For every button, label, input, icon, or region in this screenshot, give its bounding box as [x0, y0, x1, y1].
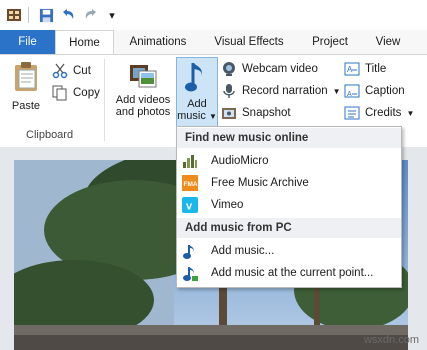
undo-icon[interactable] — [58, 5, 78, 25]
webcam-icon — [221, 61, 237, 77]
cut-label: Cut — [73, 65, 91, 77]
chevron-down-icon: ▼ — [406, 108, 415, 118]
music-note-icon — [182, 243, 198, 259]
add-videos-label-1: Add videos — [115, 94, 171, 106]
watermark-text: wsxdn.com — [363, 334, 419, 346]
add-music-dropdown-menu: Find new music online AudioMicro FMA Fre… — [176, 126, 402, 288]
add-music-button[interactable]: Add music ▼ — [176, 57, 218, 129]
caption-icon: A — [344, 83, 360, 99]
audiomicro-label: AudioMicro — [211, 155, 269, 167]
scissors-icon — [52, 63, 68, 79]
menu-header-pc: Add music from PC — [177, 218, 401, 238]
chevron-down-icon: ▼ — [332, 86, 341, 96]
music-note-plus-icon — [182, 265, 198, 281]
film-photo-icon — [130, 65, 157, 88]
copy-label: Copy — [73, 87, 100, 99]
music-note-icon — [185, 63, 202, 92]
add-videos-photos-button[interactable]: Add videos and photos — [110, 61, 176, 118]
vimeo-label: Vimeo — [211, 199, 244, 211]
audiomicro-icon — [182, 153, 198, 169]
tab-view[interactable]: View — [366, 30, 410, 54]
copy-icon — [52, 85, 68, 101]
webcam-video-label: Webcam video — [242, 63, 318, 75]
tab-animations[interactable]: Animations — [118, 30, 198, 54]
credits-button[interactable]: Credits ▼ — [344, 103, 414, 123]
paste-label: Paste — [11, 100, 41, 112]
save-icon[interactable] — [36, 5, 56, 25]
microphone-icon — [221, 83, 237, 99]
svg-text:A: A — [347, 91, 352, 98]
caption-label: Caption — [365, 85, 405, 97]
svg-text:v: v — [186, 201, 193, 213]
menu-item-add-music[interactable]: Add music... — [177, 240, 401, 262]
qat-separator — [28, 7, 29, 23]
quick-access-toolbar: ▾ — [0, 0, 427, 31]
webcam-video-button[interactable]: Webcam video — [221, 59, 318, 79]
free-music-archive-label: Free Music Archive — [211, 177, 309, 189]
add-music-current-point-label: Add music at the current point... — [211, 267, 374, 279]
add-music-label-2: music ▼ — [177, 110, 217, 122]
svg-text:FMA: FMA — [184, 181, 198, 188]
chevron-down-icon: ▾ — [109, 9, 115, 22]
menu-item-vimeo[interactable]: v Vimeo — [177, 194, 401, 216]
title-label: Title — [365, 63, 387, 75]
clipboard-group-label: Clipboard — [26, 129, 74, 141]
vimeo-icon: v — [182, 197, 198, 213]
clipboard-icon — [15, 62, 37, 91]
group-separator — [104, 59, 105, 141]
app-icon[interactable] — [4, 5, 24, 25]
snapshot-icon — [221, 105, 237, 121]
credits-label: Credits — [365, 107, 402, 119]
snapshot-label: Snapshot — [242, 107, 291, 119]
snapshot-button[interactable]: Snapshot — [221, 103, 291, 123]
paste-button[interactable]: Paste — [8, 61, 44, 112]
record-narration-button[interactable]: Record narration ▼ — [221, 81, 341, 101]
add-music-label-1: Add — [187, 98, 207, 110]
add-videos-label-2: and photos — [115, 106, 171, 118]
title-icon: A — [344, 61, 360, 77]
menu-item-free-music-archive[interactable]: FMA Free Music Archive — [177, 172, 401, 194]
tab-home[interactable]: Home — [55, 30, 114, 56]
chevron-down-icon: ▼ — [208, 112, 217, 121]
credits-icon — [344, 105, 360, 121]
title-button[interactable]: A Title — [344, 59, 386, 79]
tab-file[interactable]: File — [0, 30, 55, 54]
tab-project[interactable]: Project — [300, 30, 360, 54]
tab-visual-effects[interactable]: Visual Effects — [204, 30, 294, 54]
add-music-item-label: Add music... — [211, 245, 275, 257]
copy-button[interactable]: Copy — [52, 83, 100, 103]
qat-customize-dropdown[interactable]: ▾ — [102, 5, 122, 25]
ribbon-tabs: File Home Animations Visual Effects Proj… — [0, 30, 427, 56]
caption-button[interactable]: A Caption — [344, 81, 405, 101]
cut-button[interactable]: Cut — [52, 61, 91, 81]
free-music-archive-icon: FMA — [182, 175, 198, 191]
record-narration-label: Record narration — [242, 85, 328, 97]
menu-item-add-music-current-point[interactable]: Add music at the current point... — [177, 262, 401, 284]
menu-item-audiomicro[interactable]: AudioMicro — [177, 150, 401, 172]
redo-icon[interactable] — [81, 5, 101, 25]
menu-header-online: Find new music online — [177, 128, 401, 148]
